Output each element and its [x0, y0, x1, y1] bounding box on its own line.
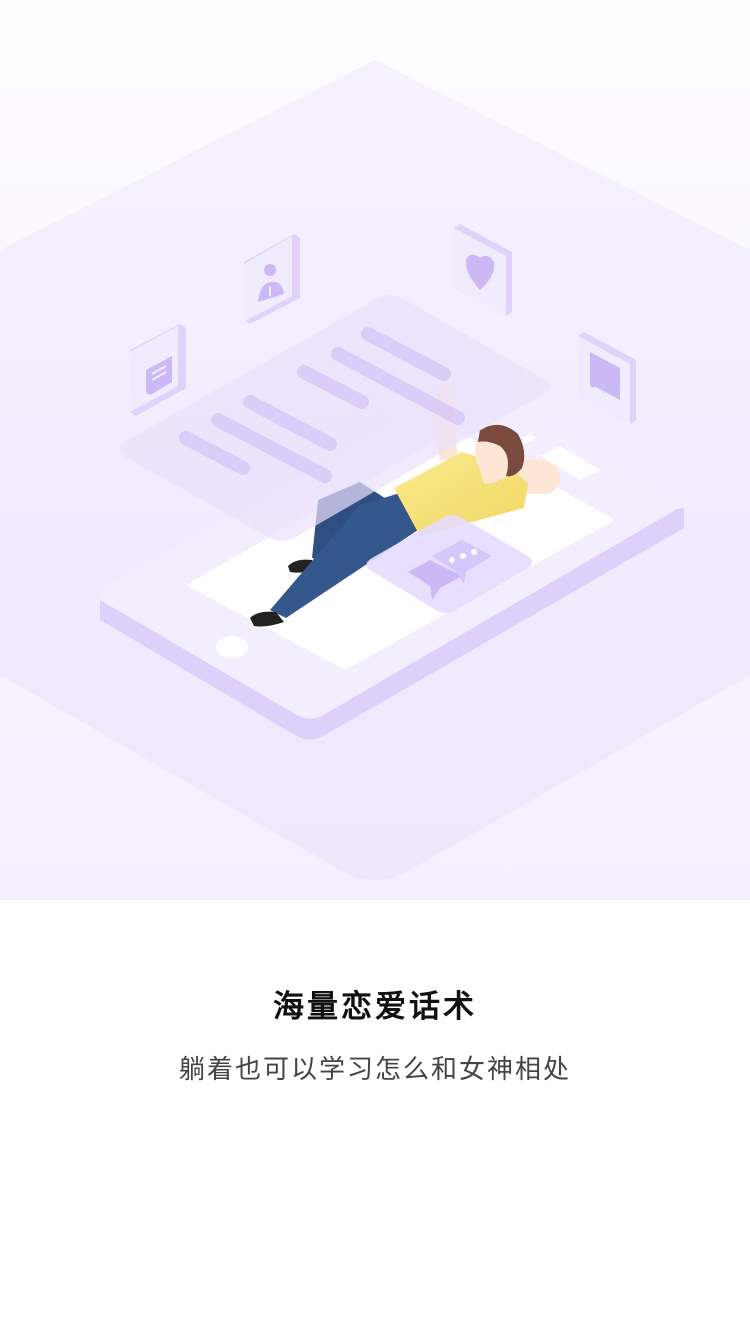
onboarding-screen: 海量恋爱话术 躺着也可以学习怎么和女神相处 — [0, 0, 750, 1334]
onboarding-title: 海量恋爱话术 — [273, 989, 477, 1025]
onboarding-illustration — [0, 0, 750, 900]
onboarding-subtitle: 躺着也可以学习怎么和女神相处 — [178, 1055, 571, 1085]
home-button — [216, 636, 248, 658]
onboarding-caption: 海量恋爱话术 躺着也可以学习怎么和女神相处 — [0, 982, 750, 1090]
